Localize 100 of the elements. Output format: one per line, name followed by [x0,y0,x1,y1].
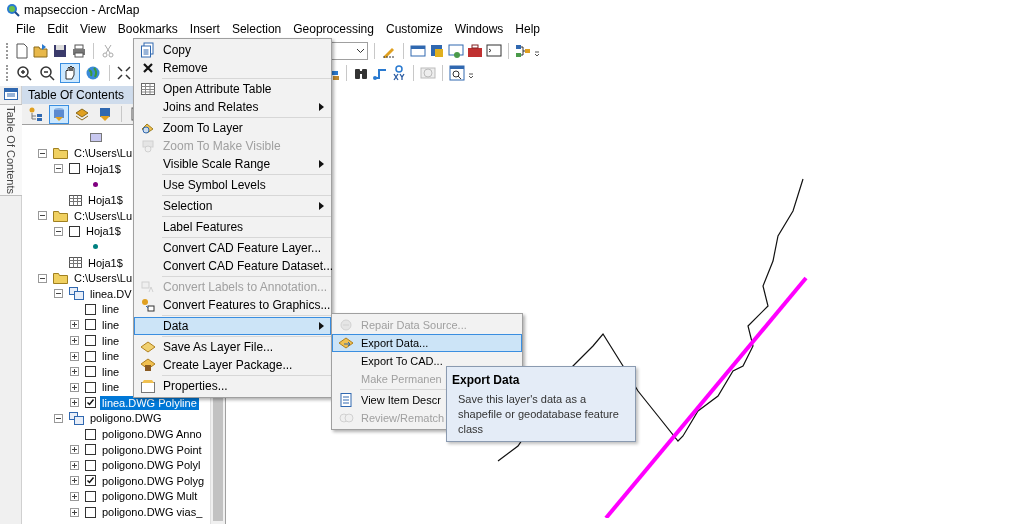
collapse-icon[interactable] [38,148,47,158]
expand-icon[interactable] [70,398,79,408]
new-document-icon[interactable] [14,43,30,59]
layer-name[interactable]: poligono.DWG Point [100,442,204,457]
checkbox[interactable] [85,303,96,315]
layer-name[interactable]: poligono.DWG [88,411,164,426]
side-tab[interactable]: Table Of Contents [0,104,23,197]
collapse-icon[interactable] [54,289,63,299]
menu-item[interactable]: Help [511,20,545,38]
menu-item[interactable]: Create Layer Package... [134,356,297,374]
layer-name[interactable]: Hoja1$ [86,255,125,270]
collapse-icon[interactable] [54,226,63,236]
expand-icon[interactable] [70,476,79,486]
toc-tab-icon[interactable] [3,88,18,100]
layer-name[interactable]: Hoja1$ [86,193,125,208]
menu-item[interactable]: Remove [134,59,212,77]
menu-item[interactable]: Copy [134,41,195,59]
console-icon[interactable] [486,43,502,59]
tool-button[interactable] [14,63,34,83]
expand-icon[interactable] [70,382,79,392]
group-layer-icon[interactable] [69,412,84,425]
checkbox[interactable] [85,444,96,456]
layer-name[interactable]: poligono.DWG Anno [100,427,204,442]
menu-item[interactable]: Convert CAD Feature Dataset... [134,257,338,275]
layer-name[interactable]: poligono.DWG Polyl [100,458,203,473]
tool-button[interactable] [37,63,57,83]
checkbox[interactable] [85,490,96,502]
menu-item[interactable]: Label Features [134,218,248,236]
collapse-icon[interactable] [38,273,47,283]
open-folder-icon[interactable] [33,43,49,59]
layer-name[interactable]: C:\Users\Lu [72,146,135,161]
catalog-icon[interactable] [429,43,445,59]
menu-item[interactable]: File [12,20,40,38]
layer-name[interactable]: Hoja1$ [84,224,123,239]
menu-item[interactable]: Save As Layer File... [134,338,278,356]
layer-name[interactable]: Hoja1$ [84,162,123,176]
menu-item[interactable]: View Item Descr [332,391,445,409]
checkbox[interactable] [85,459,96,471]
toolbox-icon[interactable] [467,43,483,59]
window-icon[interactable] [410,43,426,59]
magnifier-window-icon[interactable] [449,65,465,81]
expand-icon[interactable] [70,351,79,361]
layer-name[interactable]: C:\Users\Lu [72,208,135,223]
checkbox[interactable] [85,428,96,440]
expand-icon[interactable] [70,336,79,345]
xy-icon[interactable] [391,65,407,81]
menu-item[interactable]: Convert CAD Feature Layer... [134,239,326,257]
menu-item[interactable]: Visible Scale Range [134,155,331,173]
tool-button[interactable] [60,63,80,83]
layer-name[interactable]: poligono.DWG Mult [100,489,200,504]
layer-name[interactable]: line [100,364,122,379]
menu-item[interactable]: Geoprocessing [289,20,378,38]
collapse-icon[interactable] [54,164,63,174]
expand-icon[interactable] [70,507,79,517]
menu-item[interactable]: Insert [185,20,224,38]
expand-icon[interactable] [70,491,79,501]
collapse-icon[interactable] [54,414,63,423]
expand-icon[interactable] [70,367,79,377]
checkbox[interactable] [85,381,96,393]
menu-item[interactable]: Properties... [134,377,232,395]
layer-name[interactable]: C:\Users\Lu [72,271,135,286]
checkbox[interactable] [85,366,96,378]
layer-name[interactable]: poligono.DWG vias_ [100,505,205,520]
menu-item[interactable]: Zoom To Layer [134,119,247,137]
layer-name[interactable]: line [100,333,122,348]
menu-item[interactable]: Selection [134,197,331,215]
checkbox[interactable] [85,335,96,346]
menu-item[interactable]: Export Data... [332,334,522,352]
search-window-icon[interactable] [448,43,464,59]
layer-name[interactable]: line [100,349,122,364]
layer-name[interactable]: line [100,317,122,332]
checkbox[interactable] [85,397,96,409]
collapse-icon[interactable] [38,211,47,221]
checkbox[interactable] [69,163,80,175]
save-icon[interactable] [52,43,68,59]
view-button[interactable] [49,104,69,124]
layer-name[interactable]: line [100,380,122,395]
checkbox[interactable] [85,350,96,362]
expand-icon[interactable] [70,445,79,455]
menu-item[interactable]: Export To CAD... [332,352,447,370]
layer-name[interactable]: line [100,302,122,317]
fixed-zoom-in-icon[interactable] [116,65,132,81]
expand-icon[interactable] [70,460,79,470]
diagram-icon[interactable] [515,43,531,59]
menu-item[interactable]: Use Symbol Levels [134,176,270,194]
checkbox[interactable] [85,319,96,331]
menu-item[interactable]: View [76,20,110,38]
layer-name[interactable]: linea.DV [88,286,134,301]
menu-item[interactable]: Bookmarks [113,20,182,38]
checkbox[interactable] [69,225,80,237]
checkbox[interactable] [85,475,96,487]
menu-item[interactable]: Data [134,317,331,335]
layer-name[interactable]: poligono.DWG Polyg [100,473,207,488]
expand-icon[interactable] [70,320,79,330]
checkbox[interactable] [85,506,96,518]
menu-item[interactable]: Windows [450,20,508,38]
print-icon[interactable] [71,43,87,59]
menu-item[interactable]: Selection [227,20,286,38]
group-layer-icon[interactable] [69,287,84,301]
menu-item[interactable]: Customize [381,20,447,38]
